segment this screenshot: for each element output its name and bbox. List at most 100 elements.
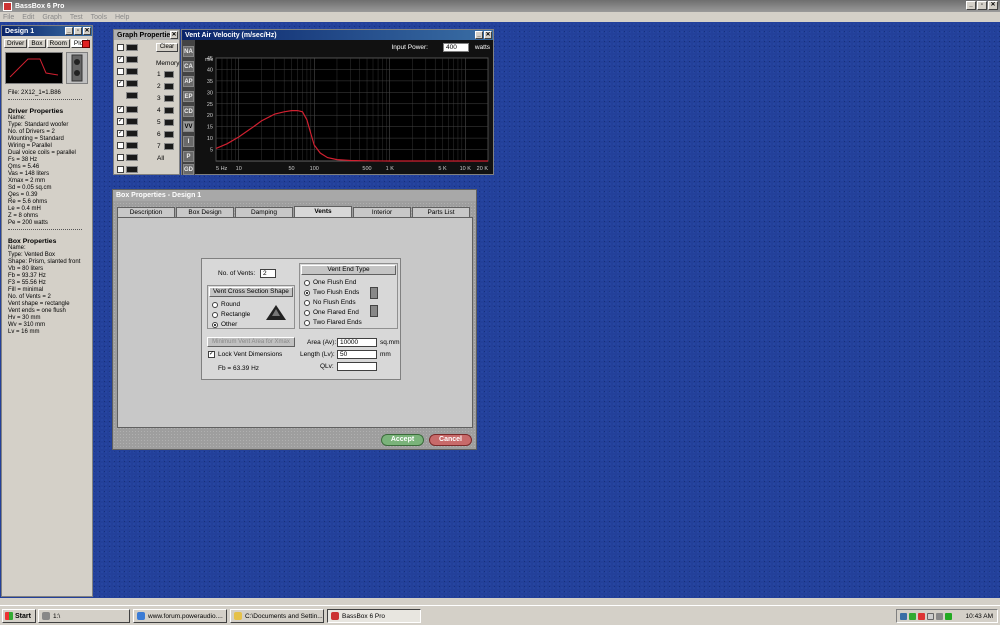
restore-button[interactable]: ▫: [977, 1, 987, 10]
option-checkbox[interactable]: ✓: [117, 56, 124, 63]
tab-box-design[interactable]: Box Design: [176, 207, 234, 217]
file-name: File: 2X12_1=1.B86: [8, 90, 61, 96]
design-minimize-button[interactable]: _: [65, 27, 73, 35]
y-unit-label: m/s: [205, 57, 214, 63]
graph-type-cd[interactable]: CD: [183, 106, 194, 117]
plot-thumbnail[interactable]: [5, 52, 63, 84]
antivirus-icon[interactable]: [918, 612, 925, 620]
end-two-flush-radio[interactable]: Two Flush Ends: [304, 289, 359, 296]
memory-slot[interactable]: 1: [157, 71, 174, 78]
tab-room[interactable]: Room: [46, 39, 70, 48]
num-vents-field[interactable]: 2: [260, 269, 276, 278]
qlv-field[interactable]: [337, 362, 377, 371]
box-prop: Fill = minimal: [8, 287, 44, 293]
design-restore-button[interactable]: ▫: [74, 27, 82, 35]
shape-other-radio[interactable]: Other: [212, 321, 237, 328]
memory-slot[interactable]: 2: [157, 83, 174, 90]
option-checkbox[interactable]: [117, 154, 124, 161]
graph-minimize-button[interactable]: _: [475, 31, 483, 39]
option-checkbox[interactable]: ✓: [117, 80, 124, 87]
memory-slot[interactable]: 4: [157, 107, 174, 114]
option-checkbox[interactable]: [117, 166, 124, 173]
area-unit: sq.mm: [380, 339, 400, 346]
tab-driver[interactable]: Driver: [4, 39, 28, 48]
graph-type-ap[interactable]: AP: [183, 76, 194, 87]
clear-button[interactable]: Clear: [156, 43, 178, 52]
option-checkbox[interactable]: ✓: [117, 118, 124, 125]
tab-parts-list[interactable]: Parts List: [412, 207, 470, 217]
network-icon[interactable]: [900, 612, 907, 620]
driver-prop: Qms = 5.46: [8, 164, 40, 170]
graph-close-button[interactable]: ✕: [484, 31, 492, 39]
menu-graph[interactable]: Graph: [42, 14, 61, 21]
design-close-button[interactable]: ✕: [83, 27, 91, 35]
tab-box[interactable]: Box: [28, 39, 46, 48]
memory-slot-label: 2: [157, 83, 161, 90]
minimize-button[interactable]: _: [966, 1, 976, 10]
graph-properties-close-button[interactable]: ✕: [170, 31, 178, 39]
graph-titlebar[interactable]: Vent Air Velocity (m/sec/Hz) _ ✕: [182, 30, 493, 40]
menu-help[interactable]: Help: [115, 14, 129, 21]
accept-button[interactable]: Accept: [381, 434, 424, 446]
memory-slot[interactable]: 7: [157, 143, 174, 150]
end-one-flared-radio[interactable]: One Flared End: [304, 309, 359, 316]
graph-type-gd[interactable]: GD: [183, 164, 194, 175]
task-bassbox[interactable]: BassBox 6 Pro: [327, 609, 421, 623]
option-checkbox[interactable]: [117, 44, 124, 51]
shape-rectangle-radio[interactable]: Rectangle: [212, 311, 250, 318]
radio-dot: [212, 311, 218, 318]
graph-properties-titlebar[interactable]: Graph Properties ✕: [114, 30, 179, 40]
task-drive[interactable]: 1:\: [38, 609, 130, 623]
option-checkbox[interactable]: ✓: [117, 106, 124, 113]
end-no-flush-radio[interactable]: No Flush Ends: [304, 299, 356, 306]
length-field[interactable]: 50: [337, 350, 377, 359]
task-browser[interactable]: www.forum.poweraudio....: [133, 609, 227, 623]
min-vent-area-button[interactable]: Minimum Vent Area for Xmax: [207, 337, 295, 347]
task-label: 1:\: [53, 612, 61, 620]
memory-slot[interactable]: 6: [157, 131, 174, 138]
driver-prop: Name:: [8, 115, 26, 121]
option-checkbox[interactable]: ✓: [117, 130, 124, 137]
tab-damping[interactable]: Damping: [235, 207, 293, 217]
area-field[interactable]: 10000: [337, 338, 377, 347]
update-icon[interactable]: [945, 612, 952, 620]
tab-vents[interactable]: Vents: [294, 206, 352, 217]
design-panel-titlebar[interactable]: Design 1 _ ▫ ✕: [2, 26, 92, 36]
end-two-flared-radio[interactable]: Two Flared Ends: [304, 319, 362, 326]
tab-description[interactable]: Description: [117, 207, 175, 217]
memory-slot-all[interactable]: All: [157, 155, 164, 162]
memory-slot[interactable]: 5: [157, 119, 174, 126]
graph-type-p[interactable]: P: [183, 151, 194, 162]
menu-tools[interactable]: Tools: [91, 14, 107, 21]
volume-icon[interactable]: [936, 612, 943, 620]
graph-type-vv[interactable]: VV: [183, 121, 194, 132]
task-explorer[interactable]: C:\Documents and Settin...: [230, 609, 324, 623]
graph-type-ep[interactable]: EP: [183, 91, 194, 102]
start-button[interactable]: Start: [2, 609, 36, 623]
option-checkbox[interactable]: [117, 142, 124, 149]
graph-type-i[interactable]: I: [183, 136, 194, 147]
end-one-flush-radio[interactable]: One Flush End: [304, 279, 356, 286]
display-icon[interactable]: [927, 612, 934, 620]
memory-slot[interactable]: 3: [157, 95, 174, 102]
menu-file[interactable]: File: [3, 14, 14, 21]
graph-type-ca[interactable]: CA: [183, 61, 194, 72]
shape-round-radio[interactable]: Round: [212, 301, 240, 308]
menu-edit[interactable]: Edit: [22, 14, 34, 21]
system-tray: 10:43 AM: [896, 609, 998, 623]
close-button[interactable]: ✕: [988, 1, 998, 10]
option-checkbox[interactable]: [117, 68, 124, 75]
cancel-button[interactable]: Cancel: [429, 434, 472, 446]
lock-vent-checkbox[interactable]: ✓ Lock Vent Dimensions: [208, 351, 282, 358]
box-dialog-titlebar[interactable]: Box Properties - Design 1: [113, 190, 476, 201]
tab-interior[interactable]: Interior: [353, 207, 411, 217]
input-power-field[interactable]: 400: [443, 43, 469, 52]
box-properties-dialog: Box Properties - Design 1 Description Bo…: [112, 189, 477, 450]
vent-end-header: Vent End Type: [301, 265, 396, 275]
menu-test[interactable]: Test: [70, 14, 83, 21]
memory-slot-swatch: [163, 143, 174, 150]
vent-settings-group: No. of Vents: 2 Vent Cross Section Shape…: [201, 258, 401, 380]
vent-velocity-plot[interactable]: 51015202530354045m/s5 Hz 10 50 100 500 1 K5 K…: [196, 54, 492, 175]
graph-type-na[interactable]: NA: [183, 46, 194, 57]
shield-icon[interactable]: [909, 612, 916, 620]
